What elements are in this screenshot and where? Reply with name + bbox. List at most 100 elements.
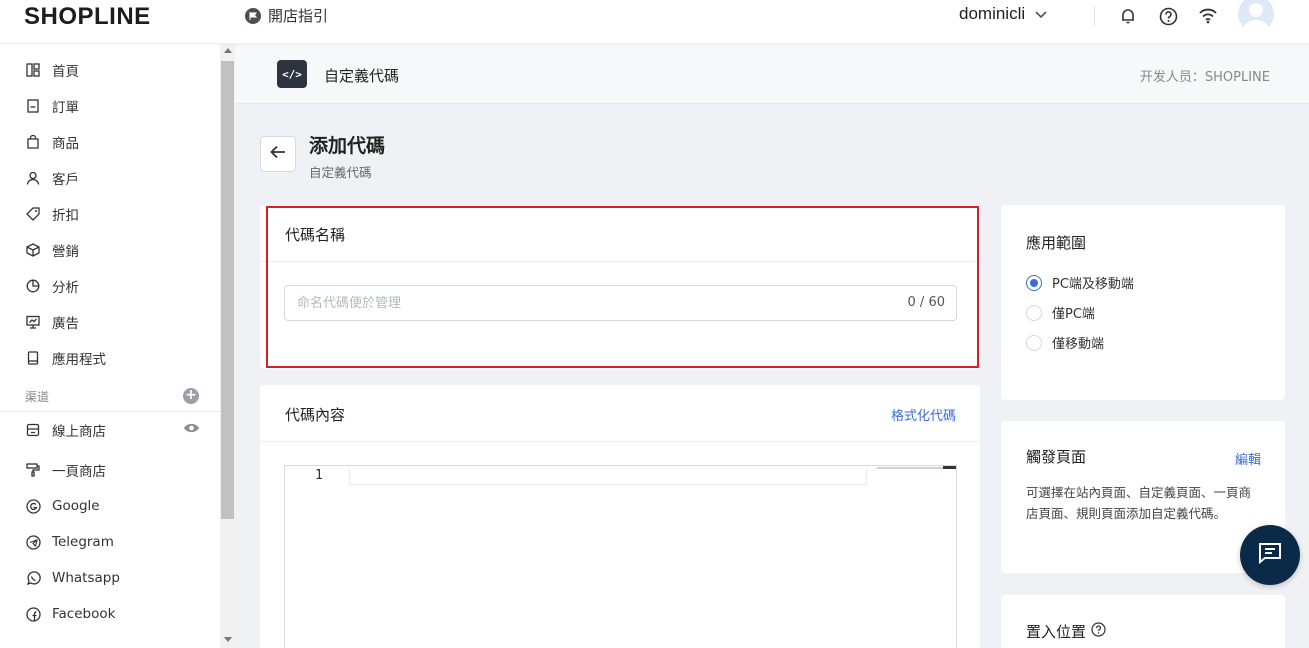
card-header: 代碼內容 格式化代碼	[260, 385, 980, 442]
radio-label: 僅移動端	[1052, 337, 1105, 352]
flag-icon	[245, 7, 261, 24]
section-divider	[0, 411, 220, 412]
sidebar-item-label: Facebook	[52, 606, 116, 622]
line-number: 1	[315, 468, 323, 483]
chat-button[interactable]	[1240, 525, 1300, 585]
scroll-down-arrow-icon[interactable]	[224, 637, 232, 642]
code-editor[interactable]: 1	[284, 465, 957, 648]
page-title: 添加代碼	[309, 135, 386, 157]
radio-label: 僅PC端	[1052, 307, 1095, 322]
back-button[interactable]	[260, 136, 296, 172]
app-title: 自定義代碼	[324, 67, 400, 85]
help-icon[interactable]	[1091, 622, 1106, 641]
avatar[interactable]	[1238, 0, 1274, 32]
bell-icon[interactable]	[1117, 5, 1139, 27]
wifi-icon[interactable]	[1197, 5, 1219, 27]
facebook-icon	[25, 606, 41, 622]
sidebar-item-label: 應用程式	[52, 352, 106, 368]
person-icon	[25, 170, 41, 186]
active-line	[349, 467, 867, 485]
store-guide-label: 開店指引	[268, 7, 329, 25]
store-icon	[25, 422, 41, 438]
sidebar-item-discounts[interactable]: 折扣	[25, 203, 79, 225]
code-content-title: 代碼內容	[285, 406, 346, 424]
google-icon	[25, 498, 41, 514]
monitor-icon	[25, 314, 41, 330]
sidebar-item-customers[interactable]: 客戶	[25, 167, 79, 189]
chat-icon	[1258, 542, 1282, 568]
sidebar-item-apps[interactable]: 應用程式	[25, 347, 106, 369]
sidebar-item-label: 分析	[52, 280, 79, 296]
sidebar-item-home[interactable]: 首頁	[25, 59, 79, 81]
sidebar-item-whatsapp[interactable]: Whatsapp	[25, 567, 120, 589]
sidebar-item-facebook[interactable]: Facebook	[25, 603, 115, 625]
trigger-edit-link[interactable]: 編輯	[1235, 449, 1261, 468]
shopline-logo[interactable]: SHOPLINE	[24, 3, 151, 31]
trigger-description: 可選擇在站內頁面、自定義頁面、一頁商店頁面、規則頁面添加自定義代碼。	[1026, 485, 1252, 521]
code-name-input[interactable]	[285, 286, 885, 320]
sidebar-item-label: 一頁商店	[52, 464, 106, 480]
sidebar-item-label: 線上商店	[52, 424, 106, 440]
sidebar-item-google[interactable]: Google	[25, 495, 100, 517]
channels-section-label: 渠道	[25, 390, 50, 404]
app-icon	[25, 350, 41, 366]
code-content-card: 代碼內容 格式化代碼 1	[260, 385, 980, 648]
scope-option-pc-mobile[interactable]: PC端及移動端	[1026, 273, 1134, 292]
pie-icon	[25, 278, 41, 294]
radio-icon	[1026, 304, 1042, 321]
sidebar-item-products[interactable]: 商品	[25, 131, 79, 153]
sidebar-item-label: 首頁	[52, 64, 79, 80]
editor-corner	[943, 466, 956, 469]
bag-icon	[25, 134, 41, 150]
scroll-up-arrow-icon[interactable]	[224, 48, 232, 53]
sidebar-item-label: 訂單	[52, 100, 79, 116]
arrow-left-icon	[270, 145, 286, 163]
placement-card: 置入位置	[1001, 595, 1285, 648]
radio-label: PC端及移動端	[1052, 277, 1134, 292]
help-icon[interactable]	[1157, 5, 1179, 27]
orders-icon	[25, 98, 41, 114]
store-guide-link[interactable]: 開店指引	[245, 5, 328, 26]
header-divider	[1094, 6, 1095, 26]
sidebar-item-one-page-store[interactable]: 一頁商店	[25, 459, 106, 481]
code-name-field[interactable]: 0 / 60	[284, 285, 957, 321]
eye-icon[interactable]	[183, 422, 200, 438]
code-name-card: 代碼名稱 0 / 60	[260, 205, 980, 369]
sidebar-item-label: 營銷	[52, 244, 79, 260]
top-bar: SHOPLINE 開店指引 dominicli	[0, 0, 1309, 44]
placement-title: 置入位置	[1026, 623, 1087, 641]
sidebar-item-label: 廣告	[52, 316, 79, 332]
user-menu[interactable]: dominicli	[959, 4, 1047, 24]
radio-icon	[1026, 334, 1042, 351]
scope-title: 應用範圍	[1026, 234, 1087, 252]
whatsapp-icon	[25, 570, 41, 586]
username: dominicli	[959, 4, 1026, 23]
sidebar-item-ads[interactable]: 廣告	[25, 311, 79, 333]
scope-option-pc-only[interactable]: 僅PC端	[1026, 303, 1095, 322]
sidebar-item-online-store[interactable]: 線上商店	[25, 419, 106, 441]
sidebar-item-orders[interactable]: 訂單	[25, 95, 79, 117]
scope-card: 應用範圍 PC端及移動端 僅PC端 僅移動端	[1001, 205, 1285, 400]
placement-header: 置入位置	[1026, 621, 1106, 642]
sidebar: 首頁 訂單 商品 客戶 折扣 營銷 分析 廣告 應用程式 渠道 + 線上商店 一…	[0, 44, 220, 648]
home-icon	[25, 62, 41, 78]
sidebar-item-label: Google	[52, 498, 100, 514]
telegram-icon	[25, 534, 41, 550]
add-channel-button[interactable]: +	[183, 388, 199, 404]
sidebar-item-analytics[interactable]: 分析	[25, 275, 79, 297]
scope-option-mobile-only[interactable]: 僅移動端	[1026, 333, 1104, 352]
sidebar-item-label: 折扣	[52, 208, 79, 224]
sidebar-item-telegram[interactable]: Telegram	[25, 531, 114, 553]
main-content: </> 自定義代碼 开发人员：SHOPLINE 添加代碼 自定義代碼 代碼名稱 …	[235, 44, 1309, 648]
format-code-link[interactable]: 格式化代碼	[891, 405, 956, 424]
card-header: 代碼名稱	[260, 205, 980, 262]
box-icon	[25, 242, 41, 258]
chevron-down-icon	[1035, 4, 1047, 24]
tag-icon	[25, 206, 41, 222]
sidebar-item-marketing[interactable]: 營銷	[25, 239, 79, 261]
code-icon: </>	[277, 60, 307, 88]
editor-scroll-indicator	[877, 467, 943, 469]
paint-roller-icon	[25, 462, 41, 478]
developer-label: 开发人员：SHOPLINE	[1139, 70, 1270, 85]
sidebar-scrollbar-thumb[interactable]	[221, 61, 234, 519]
